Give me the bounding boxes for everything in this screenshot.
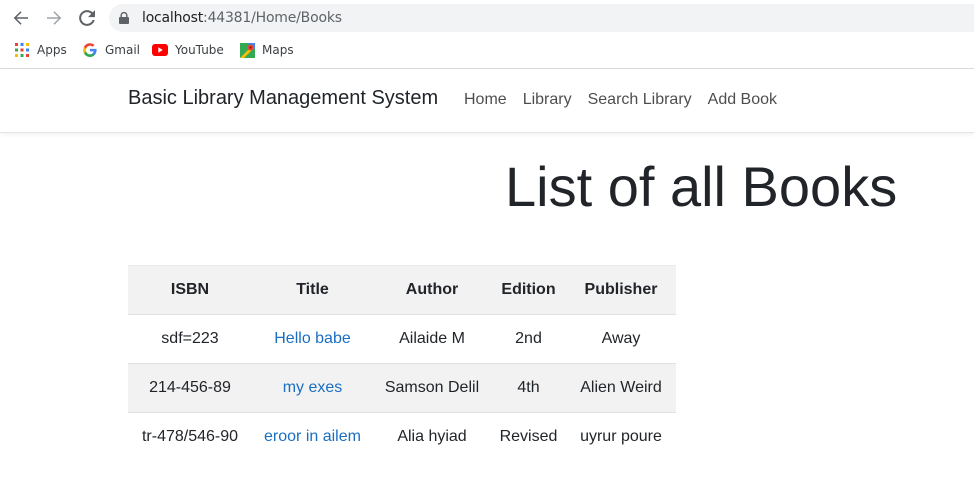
column-header-title: Title — [252, 265, 373, 315]
lock-icon — [119, 12, 129, 24]
column-header-publisher: Publisher — [566, 265, 676, 315]
app-navbar: Basic Library Management System Home Lib… — [0, 69, 974, 133]
column-header-edition: Edition — [491, 265, 566, 315]
bookmark-label: YouTube — [175, 43, 224, 57]
cell-title: my exes — [252, 363, 373, 413]
bookmark-gmail[interactable]: Gmail — [82, 40, 140, 60]
maps-icon — [239, 42, 255, 58]
nav-link-library[interactable]: Library — [523, 91, 572, 109]
cell-edition: Revised — [491, 412, 566, 462]
cell-publisher: Away — [601, 330, 641, 347]
cell-title: eroor in ailem — [252, 412, 373, 462]
url-host: localhost — [142, 10, 204, 26]
page-title: List of all Books — [505, 155, 898, 218]
cell-publisher: Alien Weird — [566, 363, 676, 413]
column-header-isbn: ISBN — [128, 265, 252, 315]
bookmark-label: Maps — [262, 43, 294, 57]
nav-link-search-library[interactable]: Search Library — [588, 91, 692, 109]
table-row: sdf=223 Hello babe Ailaide M 2nd Away — [128, 315, 676, 364]
book-title-link[interactable]: my exes — [283, 379, 343, 396]
cell-isbn: sdf=223 — [161, 330, 219, 347]
bookmarks-bar: Apps Gmail YouTube Maps — [0, 36, 974, 64]
cell-author: Alia hyiad — [373, 412, 491, 462]
browser-toolbar: localhost:44381/Home/Books — [0, 0, 974, 36]
navbar-brand[interactable]: Basic Library Management System — [128, 87, 438, 110]
back-button[interactable] — [9, 6, 33, 30]
books-table: ISBN Title Author Edition Publisher sdf=… — [128, 265, 676, 462]
nav-links: Home Library Search Library Add Book — [464, 91, 793, 109]
bookmark-youtube[interactable]: YouTube — [152, 40, 224, 60]
nav-link-add-book[interactable]: Add Book — [708, 91, 777, 109]
bookmark-label: Gmail — [105, 43, 141, 57]
cell-author: Samson Delil — [373, 363, 491, 413]
book-title-link[interactable]: eroor in ailem — [264, 428, 361, 445]
cell-title: Hello babe — [252, 315, 373, 364]
forward-arrow-icon — [47, 11, 62, 25]
nav-link-home[interactable]: Home — [464, 91, 507, 109]
cell-author: Ailaide M — [399, 330, 465, 347]
bookmark-apps[interactable]: Apps — [14, 40, 67, 60]
cell-edition: 4th — [491, 363, 566, 413]
url-path: :44381/Home/Books — [203, 10, 342, 26]
column-header-author: Author — [373, 265, 491, 315]
table-header-row: ISBN Title Author Edition Publisher — [128, 265, 676, 315]
table-row: 214-456-89 my exes Samson Delil 4th Alie… — [128, 363, 676, 413]
reload-icon — [79, 10, 95, 26]
book-title-link[interactable]: Hello babe — [274, 330, 351, 347]
reload-button[interactable] — [75, 6, 99, 30]
cell-isbn: tr-478/546-90 — [128, 412, 252, 462]
table-row: tr-478/546-90 eroor in ailem Alia hyiad … — [128, 412, 676, 462]
apps-grid-icon — [14, 42, 30, 58]
youtube-icon — [152, 42, 168, 58]
bookmark-label: Apps — [37, 43, 67, 57]
url-text: localhost:44381/Home/Books — [142, 10, 342, 26]
back-arrow-icon — [13, 11, 28, 25]
cell-edition: 2nd — [515, 330, 542, 347]
cell-isbn: 214-456-89 — [128, 363, 252, 413]
address-bar[interactable]: localhost:44381/Home/Books — [109, 4, 974, 32]
google-icon — [82, 42, 98, 58]
forward-button[interactable] — [42, 6, 66, 30]
cell-publisher: uyrur poure — [566, 412, 676, 462]
bookmark-maps[interactable]: Maps — [239, 40, 294, 60]
